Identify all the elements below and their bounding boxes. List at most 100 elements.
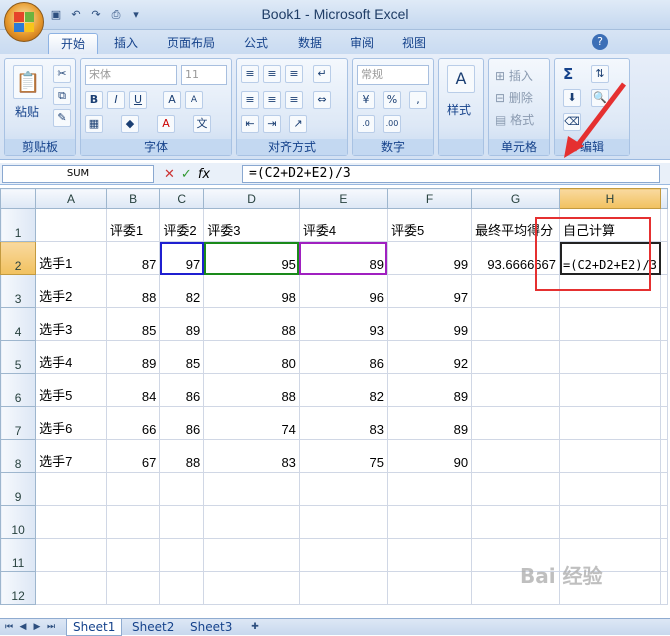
insert-sheet-icon[interactable]: ✚	[248, 622, 262, 632]
cell-e8[interactable]: 75	[298, 439, 388, 473]
column-header-a[interactable]: A	[35, 188, 107, 209]
cell-f7[interactable]: 89	[386, 406, 473, 440]
cell-i11[interactable]	[660, 538, 668, 572]
cell-h9[interactable]	[559, 472, 661, 506]
cell-d12[interactable]	[203, 571, 300, 605]
cell-g9[interactable]	[471, 472, 560, 506]
cell-d2[interactable]: 95	[203, 241, 300, 275]
row-header[interactable]: 2	[0, 241, 37, 275]
column-header-e[interactable]: E	[298, 188, 388, 209]
cell-f12[interactable]	[386, 571, 473, 605]
insert-cells-button[interactable]: ⊞ 插入	[495, 67, 533, 84]
cell-h5[interactable]	[559, 340, 661, 374]
font-size-combo[interactable]: 11	[181, 65, 227, 85]
grow-font-icon[interactable]: A	[163, 91, 181, 109]
underline-button[interactable]: U	[129, 91, 147, 109]
row-header[interactable]: 5	[0, 340, 37, 374]
cell-c5[interactable]: 85	[159, 340, 205, 374]
cell-g8[interactable]	[471, 439, 560, 473]
styles-button[interactable]: 样式	[447, 101, 471, 118]
cell-i3[interactable]	[660, 274, 668, 308]
cell-f11[interactable]	[386, 538, 473, 572]
cancel-icon[interactable]: ✕	[164, 167, 175, 182]
cell-f6[interactable]: 89	[386, 373, 473, 407]
next-sheet-icon[interactable]: ▶	[32, 622, 42, 632]
cell-f8[interactable]: 90	[386, 439, 473, 473]
cell-b2[interactable]: 87	[105, 241, 161, 275]
cell-f5[interactable]: 92	[386, 340, 473, 374]
row-header[interactable]: 10	[0, 505, 37, 539]
cell-a3[interactable]: 选手2	[35, 274, 107, 308]
cell-h8[interactable]	[559, 439, 661, 473]
cell-a5[interactable]: 选手4	[35, 340, 107, 374]
cell-a10[interactable]	[35, 505, 107, 539]
cell-d6[interactable]: 88	[203, 373, 300, 407]
cell-i4[interactable]	[660, 307, 668, 341]
cell-b11[interactable]	[105, 538, 161, 572]
cell-b3[interactable]: 88	[105, 274, 161, 308]
cell-a11[interactable]	[35, 538, 107, 572]
fill-color-icon[interactable]: ◆	[121, 115, 139, 133]
row-header[interactable]: 9	[0, 472, 37, 506]
increase-indent-icon[interactable]: ⇥	[263, 115, 281, 133]
cell-b10[interactable]	[105, 505, 161, 539]
column-header-c[interactable]: C	[159, 188, 205, 209]
cell-d10[interactable]	[203, 505, 300, 539]
cell-b5[interactable]: 89	[105, 340, 161, 374]
first-sheet-icon[interactable]: ⏮	[4, 622, 14, 632]
cell-c2[interactable]: 97	[159, 241, 205, 275]
cut-icon[interactable]: ✂	[53, 65, 71, 83]
cell-e5[interactable]: 86	[298, 340, 388, 374]
cell-i2[interactable]	[660, 241, 668, 275]
cell-a6[interactable]: 选手5	[35, 373, 107, 407]
cell-i7[interactable]	[660, 406, 668, 440]
phonetic-icon[interactable]: 文	[193, 115, 211, 133]
cell-i8[interactable]	[660, 439, 668, 473]
decrease-decimal-icon[interactable]: .00	[383, 115, 401, 133]
delete-cells-button[interactable]: ⊟ 删除	[495, 89, 533, 106]
row-header[interactable]: 1	[0, 208, 37, 242]
cell-e12[interactable]	[298, 571, 388, 605]
align-left-icon[interactable]: ≡	[241, 91, 259, 109]
number-format-combo[interactable]: 常规	[357, 65, 429, 85]
align-top-icon[interactable]: ≡	[241, 65, 259, 83]
cell-c12[interactable]	[159, 571, 205, 605]
cell-e9[interactable]	[298, 472, 388, 506]
column-header-b[interactable]: B	[105, 188, 161, 209]
cell-d5[interactable]: 80	[203, 340, 300, 374]
cell-b1[interactable]: 评委1	[105, 208, 161, 242]
cell-g5[interactable]	[471, 340, 560, 374]
sheet-tab-1[interactable]: Sheet1	[66, 619, 123, 636]
cell-f10[interactable]	[386, 505, 473, 539]
cell-c4[interactable]: 89	[159, 307, 205, 341]
tab-insert[interactable]: 插入	[104, 33, 148, 54]
decrease-indent-icon[interactable]: ⇤	[241, 115, 259, 133]
formula-input[interactable]: =(C2+D2+E2)/3	[242, 165, 660, 183]
cell-d4[interactable]: 88	[203, 307, 300, 341]
cell-i5[interactable]	[660, 340, 668, 374]
column-header-h[interactable]: H	[559, 188, 661, 209]
column-header-f[interactable]: F	[386, 188, 473, 209]
cell-i1[interactable]	[660, 208, 668, 242]
cell-f2[interactable]: 99	[386, 241, 473, 275]
cell-h10[interactable]	[559, 505, 661, 539]
cell-b12[interactable]	[105, 571, 161, 605]
cell-e2[interactable]: 89	[298, 241, 388, 275]
cell-b4[interactable]: 85	[105, 307, 161, 341]
cell-h7[interactable]	[559, 406, 661, 440]
cell-e7[interactable]: 83	[298, 406, 388, 440]
cell-i12[interactable]	[660, 571, 668, 605]
name-box[interactable]: SUM	[2, 165, 154, 183]
cell-c10[interactable]	[159, 505, 205, 539]
tab-view[interactable]: 视图	[392, 33, 436, 54]
sheet-tab-3[interactable]: Sheet3	[184, 619, 238, 636]
cell-g4[interactable]	[471, 307, 560, 341]
row-header[interactable]: 8	[0, 439, 37, 473]
shrink-font-icon[interactable]: A	[185, 91, 203, 109]
column-header-i[interactable]	[660, 188, 668, 209]
comma-button[interactable]: ,	[409, 91, 427, 109]
cell-a12[interactable]	[35, 571, 107, 605]
align-right-icon[interactable]: ≡	[285, 91, 303, 109]
tab-page-layout[interactable]: 页面布局	[158, 33, 224, 54]
cell-a1[interactable]	[35, 208, 107, 242]
